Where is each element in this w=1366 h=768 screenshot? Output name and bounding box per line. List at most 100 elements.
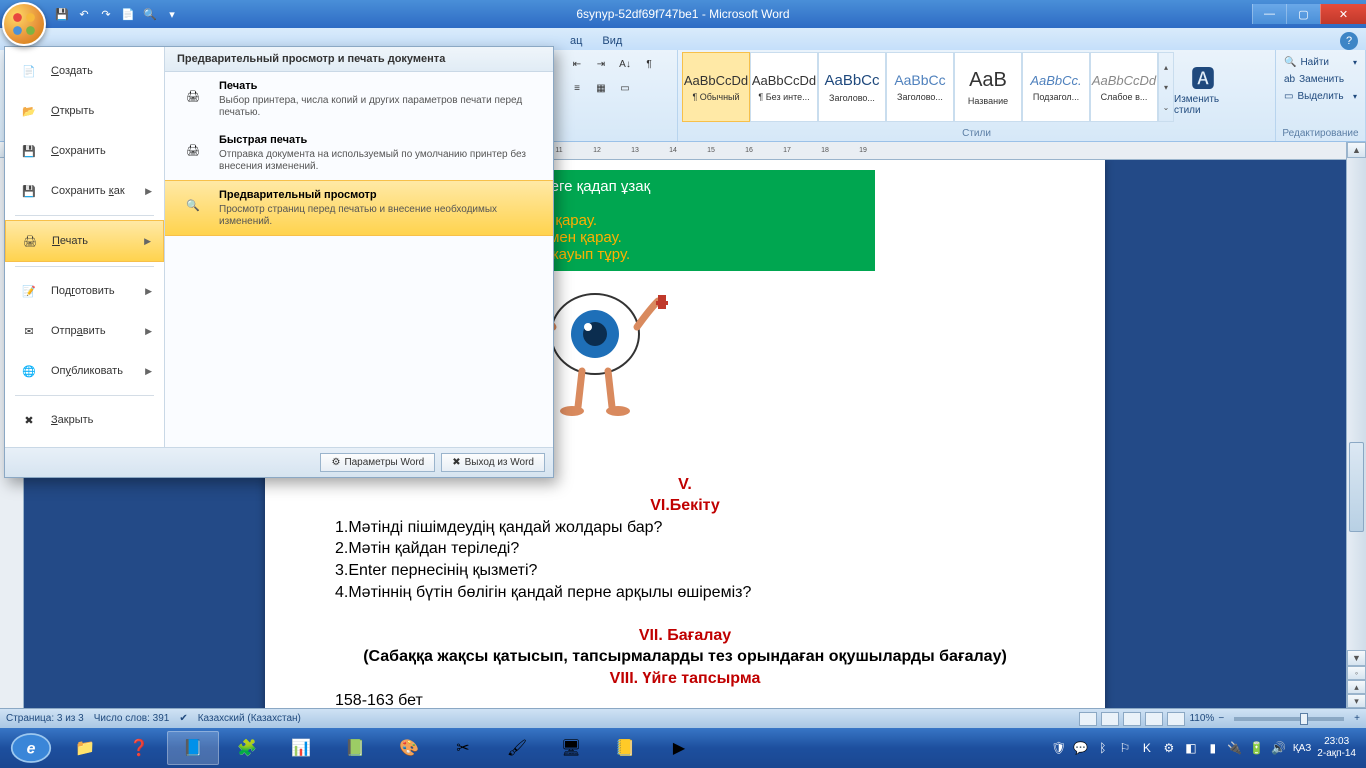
- save-icon: 💾: [17, 139, 41, 163]
- vertical-scrollbar[interactable]: ▲ ▼ ◦ ▴ ▾: [1346, 142, 1366, 708]
- tray-gear-icon[interactable]: ⚙: [1161, 740, 1177, 756]
- window-controls: — ▢ ✕: [1252, 4, 1366, 24]
- task-calc[interactable]: 🖥: [545, 731, 597, 765]
- options-icon: ⚙: [331, 457, 340, 468]
- view-web-layout[interactable]: [1123, 712, 1141, 726]
- spellcheck-icon[interactable]: ✔: [179, 713, 187, 724]
- tab-fragment[interactable]: ац: [560, 32, 592, 50]
- line-spacing-icon[interactable]: ≡: [566, 78, 588, 98]
- zoom-out-button[interactable]: −: [1218, 713, 1224, 724]
- menu-close[interactable]: ✖ Закрыть: [5, 400, 164, 440]
- view-print-layout[interactable]: [1079, 712, 1097, 726]
- tray-volume-icon[interactable]: 🔊: [1271, 740, 1287, 756]
- tray-app-icon[interactable]: ◧: [1183, 740, 1199, 756]
- submenu-print-preview[interactable]: 🔍 Предварительный просмотр Просмотр стра…: [165, 180, 553, 236]
- menu-save-as[interactable]: 💾 Сохранить как ▶: [5, 171, 164, 211]
- submenu-quick-print[interactable]: 🖨 Быстрая печать Отправка документа на и…: [165, 126, 553, 180]
- styles-more-button[interactable]: ▴▾⌄: [1158, 52, 1174, 122]
- close-button[interactable]: ✕: [1320, 4, 1366, 24]
- menu-new[interactable]: 📄 Создать: [5, 51, 164, 91]
- exit-word-button[interactable]: ✖ Выход из Word: [441, 453, 545, 472]
- tray-flag-icon[interactable]: ⚐: [1117, 740, 1133, 756]
- style-normal[interactable]: AaBbCcDd ¶ Обычный: [682, 52, 750, 122]
- editing-group: 🔍Найти▾ abЗаменить ▭Выделить▾ Редактиров…: [1276, 50, 1366, 141]
- replace-button[interactable]: abЗаменить: [1280, 71, 1361, 88]
- save-icon[interactable]: 💾: [54, 6, 70, 22]
- qat-dropdown-icon[interactable]: ▾: [164, 6, 180, 22]
- task-excel[interactable]: 📗: [329, 731, 381, 765]
- styles-gallery: AaBbCcDd ¶ Обычный AaBbCcDd ¶ Без инте..…: [682, 52, 1271, 122]
- task-help[interactable]: ❓: [113, 731, 165, 765]
- tray-power-icon[interactable]: 🔌: [1227, 740, 1243, 756]
- tab-view[interactable]: Вид: [592, 32, 632, 50]
- task-word[interactable]: 📘: [167, 731, 219, 765]
- office-button[interactable]: [2, 2, 46, 46]
- tray-shield-icon[interactable]: 🛡: [1051, 740, 1067, 756]
- window-title: 6synyp-52df69f747be1 - Microsoft Word: [576, 7, 789, 21]
- task-explorer[interactable]: 📁: [59, 731, 111, 765]
- new-doc-icon[interactable]: 📄: [120, 6, 136, 22]
- task-notes[interactable]: 📒: [599, 731, 651, 765]
- tray-net-icon[interactable]: ▮: [1205, 740, 1221, 756]
- status-language[interactable]: Казахский (Казахстан): [198, 713, 301, 724]
- task-media[interactable]: ▶: [653, 731, 705, 765]
- tray-clock[interactable]: 23:03 2-ақп-14: [1317, 736, 1356, 760]
- task-paint[interactable]: 🖌: [491, 731, 543, 765]
- zoom-in-button[interactable]: +: [1354, 713, 1360, 724]
- tray-msg-icon[interactable]: 💬: [1073, 740, 1089, 756]
- tray-language[interactable]: ҚАЗ: [1293, 743, 1311, 754]
- submenu-print[interactable]: 🖨 Печать Выбор принтера, числа копий и д…: [165, 72, 553, 126]
- print-preview-qat-icon[interactable]: 🔍: [142, 6, 158, 22]
- office-menu: 📄 Создать 📂 Открыть 💾 Сохранить 💾 Сохран…: [4, 46, 554, 478]
- zoom-slider[interactable]: [1234, 717, 1344, 721]
- menu-save[interactable]: 💾 Сохранить: [5, 131, 164, 171]
- task-powerpoint[interactable]: 📊: [275, 731, 327, 765]
- start-button[interactable]: e: [4, 728, 58, 768]
- style-no-spacing[interactable]: AaBbCcDd ¶ Без инте...: [750, 52, 818, 122]
- help-icon[interactable]: ?: [1340, 32, 1358, 50]
- task-app1[interactable]: 🧩: [221, 731, 273, 765]
- status-word-count[interactable]: Число слов: 391: [94, 713, 170, 724]
- document-body: Құжатты алдын ала қарау: V. VI.Бекіту 1.…: [335, 452, 1035, 708]
- change-styles-button[interactable]: 🅰 Изменить стили: [1174, 52, 1232, 122]
- zoom-level[interactable]: 110%: [1189, 713, 1214, 724]
- print-preview-icon: 🔍: [177, 189, 209, 221]
- menu-open[interactable]: 📂 Открыть: [5, 91, 164, 131]
- find-button[interactable]: 🔍Найти▾: [1280, 54, 1361, 71]
- indent-icon[interactable]: ⇥: [590, 54, 612, 74]
- borders-icon[interactable]: ▭: [614, 78, 636, 98]
- title-bar: 💾 ↶ ↷ 📄 🔍 ▾ 6synyp-52df69f747be1 - Micro…: [0, 0, 1366, 28]
- tray-av-icon[interactable]: K: [1139, 740, 1155, 756]
- minimize-button[interactable]: —: [1252, 4, 1286, 24]
- office-menu-commands: 📄 Создать 📂 Открыть 💾 Сохранить 💾 Сохран…: [5, 47, 165, 447]
- select-button[interactable]: ▭Выделить▾: [1280, 88, 1361, 105]
- open-icon: 📂: [17, 99, 41, 123]
- view-full-screen[interactable]: [1101, 712, 1119, 726]
- tray-bluetooth-icon[interactable]: ᛒ: [1095, 740, 1111, 756]
- view-outline[interactable]: [1145, 712, 1163, 726]
- menu-publish[interactable]: 🌐 Опубликовать ▶: [5, 351, 164, 391]
- undo-icon[interactable]: ↶: [76, 6, 92, 22]
- tray-battery-icon[interactable]: 🔋: [1249, 740, 1265, 756]
- scrollbar-thumb[interactable]: [1349, 442, 1364, 532]
- style-heading2[interactable]: AaBbCc Заголово...: [886, 52, 954, 122]
- pilcrow-icon[interactable]: ¶: [638, 54, 660, 74]
- status-page[interactable]: Страница: 3 из 3: [6, 713, 84, 724]
- menu-print[interactable]: 🖨 Печать ▶: [5, 220, 164, 262]
- maximize-button[interactable]: ▢: [1286, 4, 1320, 24]
- word-options-button[interactable]: ⚙ Параметры Word: [320, 453, 435, 472]
- view-draft[interactable]: [1167, 712, 1185, 726]
- style-subtitle[interactable]: AaBbCc. Подзагол...: [1022, 52, 1090, 122]
- task-app2[interactable]: 🎨: [383, 731, 435, 765]
- menu-send[interactable]: ✉ Отправить ▶: [5, 311, 164, 351]
- style-weak[interactable]: AaBbCcDd Слабое в...: [1090, 52, 1158, 122]
- outdent-icon[interactable]: ⇤: [566, 54, 588, 74]
- style-heading1[interactable]: AaBbCc Заголово...: [818, 52, 886, 122]
- prepare-icon: 📝: [17, 279, 41, 303]
- sort-icon[interactable]: A↓: [614, 54, 636, 74]
- task-snip[interactable]: ✂: [437, 731, 489, 765]
- redo-icon[interactable]: ↷: [98, 6, 114, 22]
- shading-icon[interactable]: ▦: [590, 78, 612, 98]
- style-title[interactable]: AaB Название: [954, 52, 1022, 122]
- menu-prepare[interactable]: 📝 Подготовить ▶: [5, 271, 164, 311]
